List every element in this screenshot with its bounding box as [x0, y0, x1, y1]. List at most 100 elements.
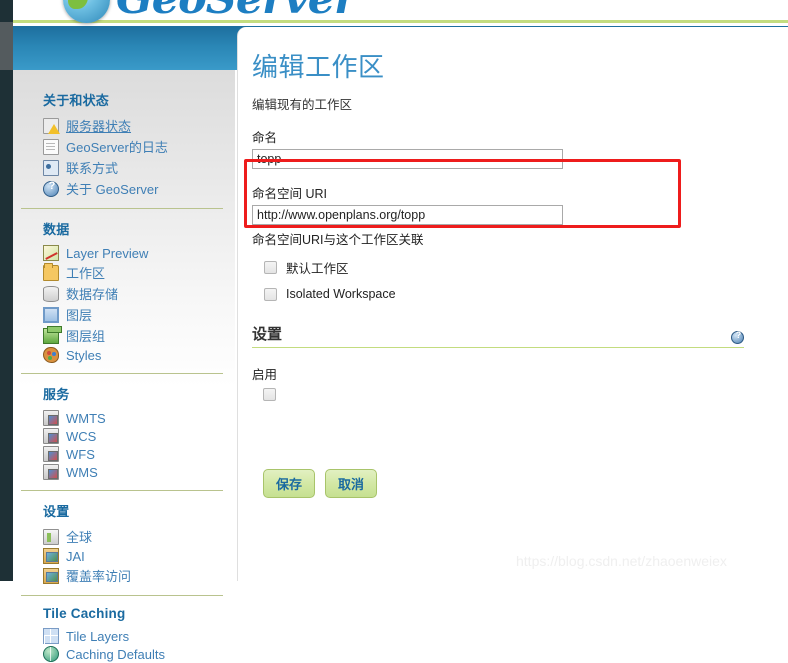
watermark-text: https://blog.csdn.net/zhaoenweiex [516, 553, 727, 569]
sidebar-group-settings: 设置 全球 JAI 覆盖率访问 [13, 501, 235, 586]
save-button[interactable]: 保存 [263, 469, 316, 498]
document-icon [43, 138, 59, 155]
sidebar-item-caching-defaults[interactable]: Caching Defaults [35, 645, 225, 663]
sidebar-item-label: 全球 [66, 530, 93, 545]
sidebar-divider [21, 490, 223, 491]
sidebar-item-wmts[interactable]: WMTS [35, 409, 225, 427]
sidebar-item-contact[interactable]: 联系方式 [35, 157, 225, 178]
sidebar-group-title: 关于和状态 [43, 93, 110, 108]
sidebar-item-wcs[interactable]: WCS [35, 427, 225, 445]
sidebar-group-title: 设置 [43, 504, 70, 519]
contact-card-icon [43, 159, 59, 176]
name-field-group: 命名 [252, 127, 774, 169]
default-workspace-label: 默认工作区 [286, 262, 349, 276]
sidebar-item-label: WCS [66, 428, 97, 444]
sidebar-item-label: WMS [66, 464, 98, 480]
sidebar-item-stores[interactable]: 数据存储 [35, 283, 225, 304]
service-icon [43, 446, 59, 462]
caching-defaults-icon [43, 646, 59, 662]
sidebar-item-wms[interactable]: WMS [35, 463, 225, 481]
name-field-label: 命名 [252, 131, 278, 145]
tile-layers-icon [43, 628, 59, 644]
sidebar-item-label: 图层组 [66, 329, 106, 344]
isolated-workspace-label: Isolated Workspace [286, 287, 396, 301]
sidebar-item-label: Layer Preview [66, 245, 149, 261]
globe-icon [63, 0, 110, 23]
brand-logo[interactable]: GeoServer [63, 0, 357, 24]
service-icon [43, 410, 59, 426]
sidebar-item-label: 服务器状态 [66, 119, 132, 134]
content-panel: 编辑工作区 编辑现有的工作区 命名 命名空间 URI 命名空间URI与这个工作区… [237, 27, 788, 581]
palette-icon [43, 347, 59, 363]
page-left-gutter [0, 0, 13, 581]
sidebar-item-label: 覆盖率访问 [66, 569, 132, 584]
help-circle-icon [43, 180, 60, 197]
namespace-uri-input[interactable] [252, 205, 563, 225]
sidebar-group-title: 服务 [43, 387, 70, 402]
sidebar-item-label: GeoServer的日志 [66, 140, 168, 155]
layer-group-icon [43, 325, 62, 344]
enable-checkbox[interactable] [263, 388, 276, 401]
sidebar-group-tile-caching: Tile Caching Tile Layers Caching Default… [13, 606, 235, 663]
sidebar-item-styles[interactable]: Styles [35, 346, 225, 364]
sidebar-item-layers[interactable]: 图层 [35, 304, 225, 325]
help-circle-icon[interactable] [731, 330, 745, 344]
isolated-workspace-checkbox-row[interactable]: Isolated Workspace [264, 287, 774, 301]
sidebar-item-tile-layers[interactable]: Tile Layers [35, 627, 225, 645]
sidebar-item-server-status[interactable]: 服务器状态 [35, 115, 225, 136]
coverage-access-icon [43, 567, 59, 584]
sidebar-item-coverage-access[interactable]: 覆盖率访问 [35, 565, 225, 586]
sidebar-item-wfs[interactable]: WFS [35, 445, 225, 463]
settings-section-header: 设置 [252, 323, 745, 348]
sidebar-item-label: 数据存储 [66, 287, 119, 302]
form-actions: 保存 取消 [263, 469, 774, 498]
default-workspace-checkbox-row[interactable]: 默认工作区 [264, 258, 774, 277]
service-icon [43, 428, 59, 444]
sidebar-item-about-geoserver[interactable]: 关于 GeoServer [35, 178, 225, 199]
status-warning-icon [43, 117, 60, 134]
page-title: 编辑工作区 [252, 52, 385, 82]
sidebar-group-title: 数据 [43, 222, 70, 237]
sidebar-item-label: 关于 GeoServer [66, 182, 159, 197]
sidebar-group-about: 关于和状态 服务器状态 GeoServer的日志 联系方式 关于 GeoServ… [13, 90, 235, 199]
service-icon [43, 464, 59, 480]
sidebar-item-label: Styles [66, 347, 102, 363]
sidebar-item-label: Caching Defaults [66, 646, 165, 662]
cancel-button[interactable]: 取消 [325, 469, 378, 498]
sidebar-item-jai[interactable]: JAI [35, 547, 225, 565]
isolated-workspace-checkbox[interactable] [264, 287, 277, 301]
sidebar-group-data: 数据 Layer Preview 工作区 数据存储 图层 图层组 Styles [13, 219, 235, 364]
settings-section-title: 设置 [252, 326, 283, 343]
sidebar-item-workspaces[interactable]: 工作区 [35, 262, 225, 283]
layer-preview-icon [43, 245, 59, 261]
sidebar-group-services: 服务 WMTS WCS WFS WMS [13, 384, 235, 481]
folder-icon [43, 262, 59, 281]
sidebar-group-title: Tile Caching [43, 606, 126, 621]
sidebar-divider [21, 208, 223, 209]
sidebar-item-label: 联系方式 [66, 161, 119, 176]
sidebar-item-label: WMTS [66, 410, 106, 426]
sidebar-item-geoserver-logs[interactable]: GeoServer的日志 [35, 136, 225, 157]
sidebar-item-label: JAI [66, 548, 85, 564]
page-left-gutter-highlight [0, 22, 13, 70]
default-workspace-checkbox[interactable] [264, 261, 277, 274]
sidebar: 关于和状态 服务器状态 GeoServer的日志 联系方式 关于 GeoServ… [13, 70, 235, 662]
sidebar-item-label: 工作区 [66, 266, 106, 281]
global-settings-icon [43, 528, 59, 545]
sidebar-item-label: Tile Layers [66, 628, 130, 644]
sidebar-item-label: WFS [66, 446, 95, 462]
layer-icon [43, 306, 59, 323]
uri-field-group: 命名空间 URI 命名空间URI与这个工作区关联 [252, 183, 774, 248]
uri-field-hint: 命名空间URI与这个工作区关联 [252, 233, 424, 247]
sidebar-divider [21, 373, 223, 374]
enable-label: 启用 [252, 368, 278, 382]
jai-icon [43, 548, 59, 564]
name-input[interactable] [252, 149, 563, 169]
sidebar-item-global[interactable]: 全球 [35, 526, 225, 547]
sidebar-divider [21, 595, 223, 596]
sidebar-item-layer-preview[interactable]: Layer Preview [35, 244, 225, 262]
sidebar-item-layer-groups[interactable]: 图层组 [35, 325, 225, 346]
page-subtitle: 编辑现有的工作区 [252, 98, 353, 112]
database-icon [43, 285, 59, 302]
uri-field-label: 命名空间 URI [252, 187, 328, 201]
